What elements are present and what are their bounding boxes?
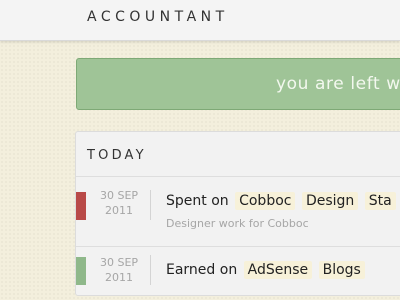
- date-day: 30 SEP: [99, 256, 139, 269]
- entry-type-label: Earned on: [166, 262, 238, 278]
- entry-description: Earned on AdSense Blogs: [166, 261, 365, 279]
- tag[interactable]: Cobboc: [235, 192, 296, 210]
- tag[interactable]: Sta: [364, 192, 396, 210]
- transaction-entry[interactable]: 30 SEP 2011 Spent on Cobboc Design Sta D…: [76, 188, 400, 238]
- entry-date: 30 SEP 2011: [99, 188, 139, 218]
- tag[interactable]: AdSense: [243, 261, 313, 279]
- date-day: 30 SEP: [99, 189, 139, 202]
- entry-description: Spent on Cobboc Design Sta: [166, 192, 396, 210]
- top-bar: ACCOUNTANT: [0, 0, 400, 41]
- tag[interactable]: Design: [301, 192, 359, 210]
- divider: [150, 190, 151, 220]
- expense-marker: [76, 192, 86, 220]
- date-year: 2011: [105, 271, 133, 284]
- notice-banner: you are left w: [76, 58, 400, 110]
- entry-type-label: Spent on: [166, 193, 229, 209]
- app-title: ACCOUNTANT: [87, 9, 229, 25]
- divider: [150, 255, 151, 285]
- today-card: TODAY 30 SEP 2011 Spent on Cobboc Design…: [75, 131, 400, 296]
- income-marker: [76, 257, 86, 285]
- entry-date: 30 SEP 2011: [99, 255, 139, 285]
- divider: [76, 176, 400, 177]
- entry-note: Designer work for Cobboc: [166, 217, 309, 230]
- tag[interactable]: Blogs: [318, 261, 365, 279]
- date-year: 2011: [105, 204, 133, 217]
- notice-text: you are left w: [276, 74, 400, 94]
- section-heading: TODAY: [87, 148, 147, 163]
- transaction-entry[interactable]: 30 SEP 2011 Earned on AdSense Blogs: [76, 246, 400, 295]
